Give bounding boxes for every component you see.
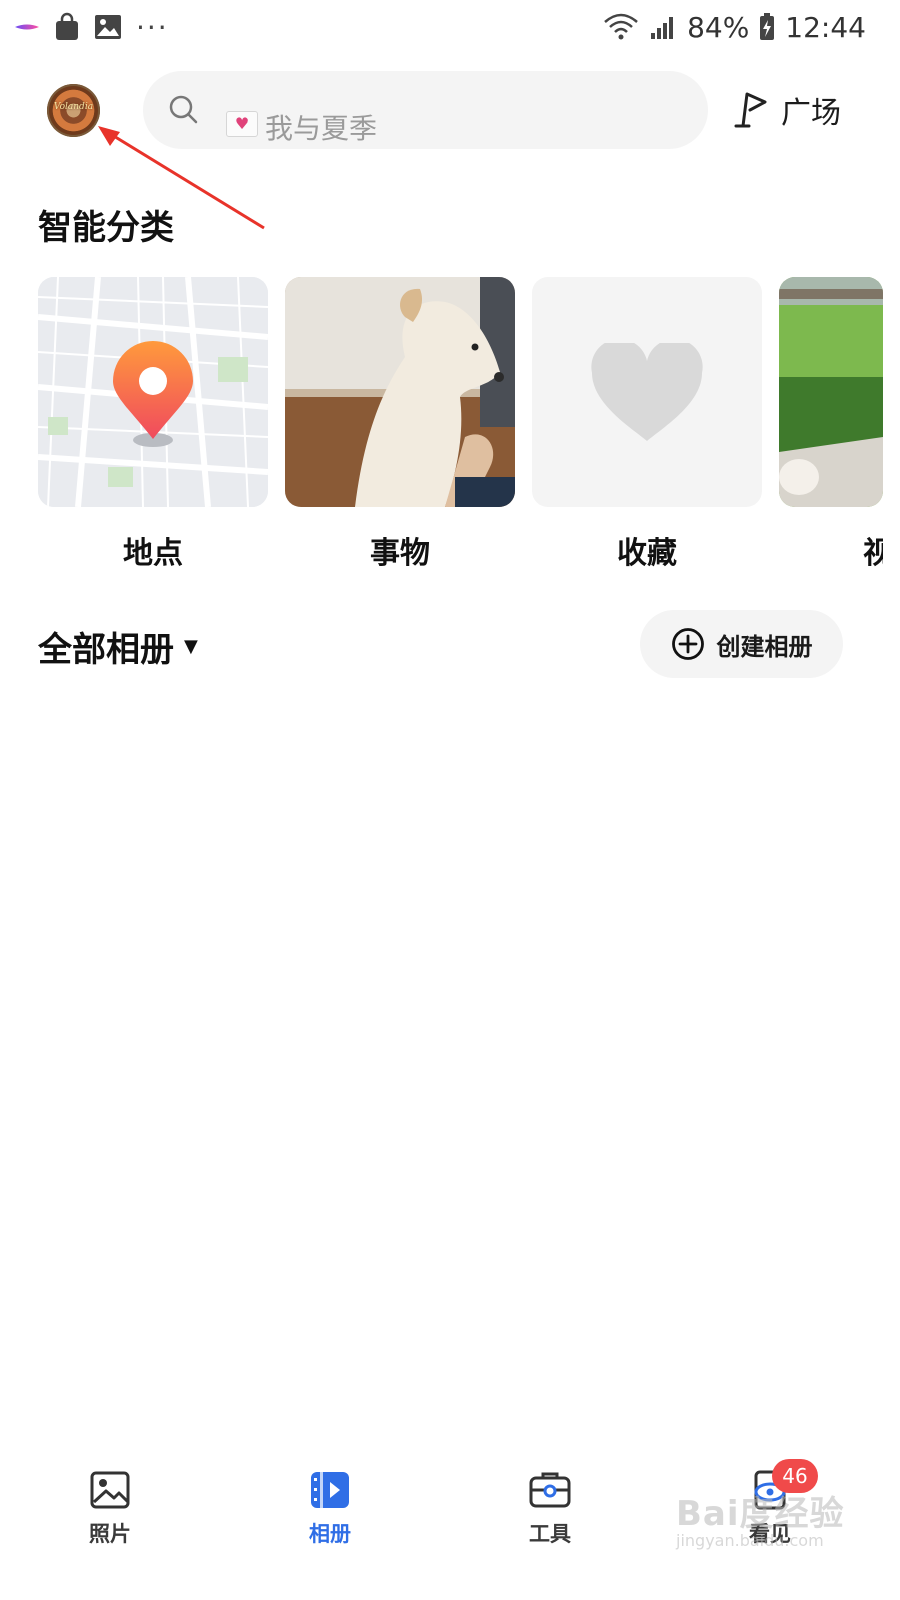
- plaza-button[interactable]: 广场: [733, 88, 841, 132]
- nav-albums-label: 相册: [309, 1522, 351, 1546]
- all-albums-title: 全部相册: [38, 630, 174, 670]
- add-circle-icon: [671, 628, 704, 660]
- more-notifications: ···: [136, 10, 169, 44]
- status-bar-left: ···: [14, 0, 169, 54]
- watermark-main: Bai度经验: [676, 1494, 845, 1534]
- caret-down-icon: ▼: [184, 636, 198, 657]
- dog-photo: [285, 277, 515, 507]
- plaza-flag-icon: [734, 92, 767, 128]
- baidu-watermark: Bai度经验 jingyan.baidu.com: [676, 1486, 845, 1550]
- shopping-bag-icon: [56, 12, 78, 40]
- heart-icon: [591, 343, 703, 441]
- nav-tools-label: 工具: [529, 1522, 571, 1546]
- video-photo: [779, 277, 883, 507]
- app-notification-icon: [15, 24, 39, 30]
- avatar-logo-text: Volandia: [53, 102, 94, 112]
- smart-categories-title: 智能分类: [38, 208, 174, 248]
- category-card-things[interactable]: [285, 277, 515, 507]
- category-card-favorites[interactable]: [532, 277, 762, 507]
- location-pin-icon: [113, 341, 193, 439]
- all-albums-dropdown[interactable]: 全部相册 ▼: [38, 622, 198, 671]
- plaza-label: 广场: [781, 96, 841, 131]
- battery-charging-icon: [760, 13, 775, 40]
- category-label-favorites: 收藏: [617, 536, 677, 571]
- nav-photos-label: 照片: [89, 1522, 131, 1546]
- search-placeholder: 我与夏季: [265, 112, 378, 145]
- clock: 12:44: [785, 10, 866, 44]
- nav-tools[interactable]: 工具: [490, 1468, 610, 1548]
- battery-percent: 84%: [687, 10, 750, 44]
- create-album-label: 创建相册: [716, 632, 813, 661]
- nav-albums[interactable]: 相册: [270, 1468, 390, 1548]
- category-card-location[interactable]: [38, 277, 268, 507]
- watermark-sub: jingyan.baidu.com: [676, 1531, 824, 1550]
- create-album-button[interactable]: 创建相册: [640, 610, 843, 678]
- toolbox-icon: [529, 1472, 571, 1508]
- album-icon: [311, 1472, 349, 1508]
- wifi-icon: [604, 13, 638, 40]
- status-bar-right: 84% 12:44: [603, 0, 866, 54]
- category-label-video: 视: [863, 536, 883, 571]
- signal-icon: [651, 17, 674, 39]
- gallery-notification-icon: [95, 15, 121, 39]
- nav-photos[interactable]: 照片: [50, 1468, 170, 1548]
- image-icon: [90, 1471, 130, 1509]
- category-label-things: 事物: [370, 536, 430, 571]
- category-label-location: 地点: [123, 536, 183, 571]
- category-card-video[interactable]: [779, 277, 883, 507]
